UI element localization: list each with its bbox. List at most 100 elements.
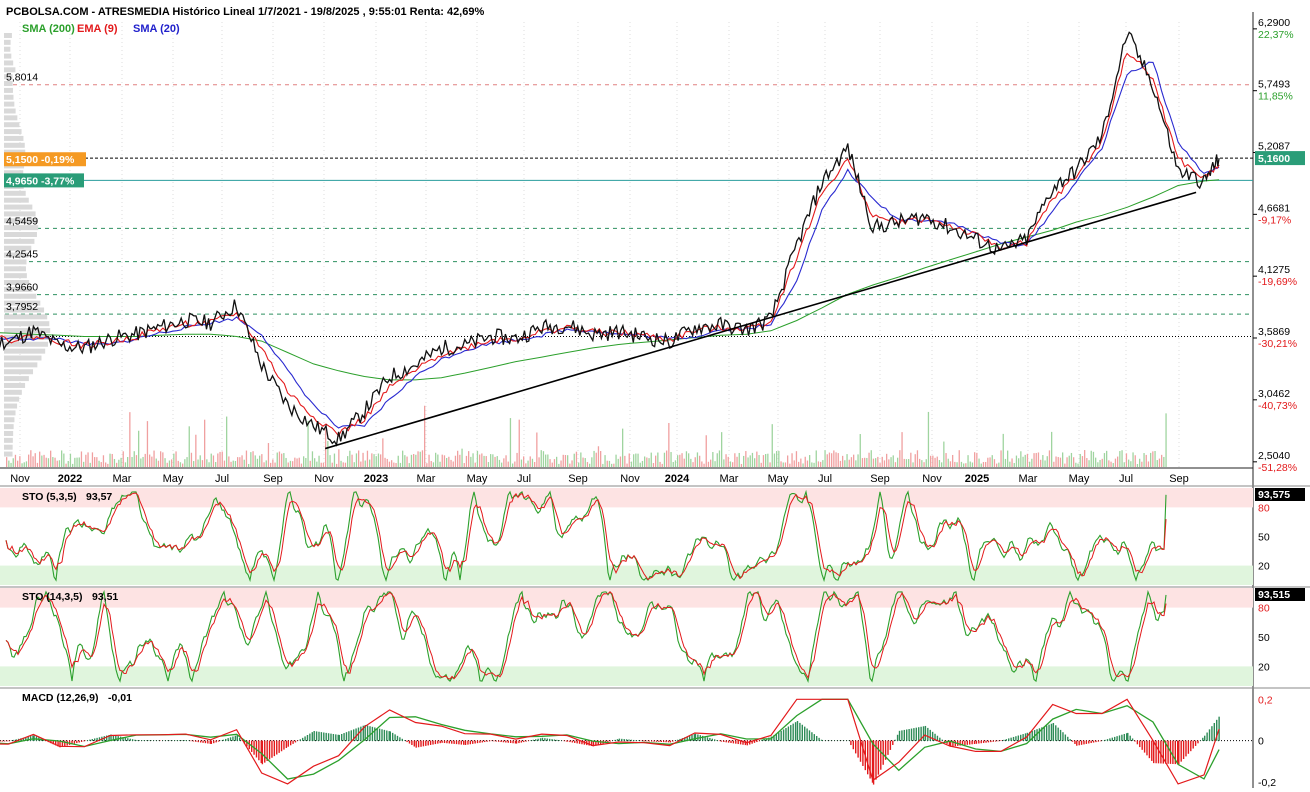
- volume-profile-bar: [4, 362, 38, 368]
- volume-bar: [12, 458, 14, 467]
- macd-histogram-bar: [495, 740, 497, 742]
- macd-histogram-bar: [669, 740, 672, 743]
- volume-bar: [894, 462, 897, 467]
- macd-histogram-bar: [778, 732, 780, 741]
- macd-label: MACD (12,26,9): [22, 692, 98, 704]
- volume-bar: [1046, 456, 1048, 467]
- volume-bar: [527, 460, 529, 467]
- volume-bar: [1128, 459, 1130, 467]
- volume-bar: [355, 453, 358, 467]
- volume-bar: [505, 455, 507, 467]
- volume-bar: [622, 428, 624, 467]
- volume-bar: [164, 458, 166, 467]
- macd-histogram-bar: [735, 740, 737, 744]
- macd-histogram-bar: [3, 740, 6, 742]
- macd-histogram-bar: [787, 726, 790, 741]
- volume-bar: [1154, 451, 1156, 467]
- macd-histogram-bar: [867, 740, 869, 775]
- volume-bar: [723, 459, 725, 467]
- macd-histogram-bar: [474, 740, 476, 744]
- volume-bar: [1031, 458, 1033, 467]
- volume-bar: [162, 452, 164, 467]
- macd-histogram-bar: [1197, 740, 1199, 744]
- volume-bar: [540, 450, 542, 467]
- macd-histogram-bar: [238, 737, 241, 741]
- macd-histogram-bar: [299, 739, 301, 741]
- macd-histogram-bar: [1213, 723, 1216, 741]
- macd-histogram-bar: [134, 739, 136, 741]
- macd-histogram-bar: [497, 740, 500, 742]
- y-tick-pct: 22,37%: [1258, 29, 1294, 41]
- volume-bar: [771, 424, 773, 467]
- volume-profile-bar: [4, 129, 22, 135]
- sto-tick-label: 50: [1258, 532, 1270, 544]
- volume-bar: [153, 450, 155, 467]
- volume-bar: [490, 454, 492, 467]
- volume-bar: [457, 450, 459, 467]
- volume-bar: [470, 456, 472, 467]
- macd-histogram-bar: [343, 733, 345, 741]
- volume-profile-bar: [4, 403, 18, 409]
- macd-histogram-bar: [292, 740, 294, 744]
- x-tick-label: May: [768, 473, 789, 485]
- macd-histogram-bar: [1160, 740, 1162, 764]
- volume-bar: [226, 416, 228, 467]
- volume-bar: [547, 454, 549, 467]
- volume-bar: [373, 454, 375, 467]
- volume-bar: [85, 454, 87, 467]
- macd-histogram-bar: [143, 740, 145, 741]
- volume-bar: [553, 459, 556, 467]
- level-label: 5,8014: [6, 72, 38, 84]
- volume-bar: [982, 461, 985, 467]
- macd-histogram-bar: [93, 738, 96, 741]
- volume-bar: [50, 450, 52, 467]
- volume-bar: [417, 451, 419, 467]
- volume-bar: [712, 452, 714, 467]
- volume-bar: [138, 430, 140, 467]
- volume-profile-bar: [4, 197, 29, 203]
- volume-bar: [1051, 431, 1053, 467]
- macd-line: [0, 698, 1220, 785]
- volume-bar: [252, 451, 254, 467]
- macd-histogram-bar: [646, 740, 648, 742]
- orange-marker-label: 5,1500 -0,19%: [6, 154, 75, 166]
- volume-bar: [919, 458, 921, 467]
- volume-bar: [256, 458, 259, 467]
- macd-histogram-bar: [887, 740, 889, 755]
- volume-bar: [193, 461, 195, 467]
- volume-bar: [831, 453, 833, 467]
- volume-bar: [899, 450, 901, 467]
- volume-bar: [391, 460, 393, 467]
- volume-bar: [773, 453, 776, 467]
- macd-histogram-bar: [80, 740, 83, 742]
- macd-histogram-bar: [1104, 739, 1106, 741]
- volume-bar: [520, 459, 523, 467]
- macd-histogram-bar: [232, 736, 234, 741]
- volume-bar: [690, 458, 692, 467]
- volume-bar: [738, 452, 740, 467]
- macd-histogram-bar: [929, 729, 931, 741]
- volume-bar: [736, 456, 738, 467]
- macd-histogram-bar: [939, 737, 941, 741]
- macd-histogram-bar: [294, 740, 297, 743]
- volume-bar: [371, 453, 373, 467]
- volume-bar: [140, 458, 142, 467]
- macd-histogram-bar: [1208, 729, 1211, 741]
- macd-histogram-bar: [1045, 725, 1048, 741]
- macd-histogram-bar: [446, 740, 448, 744]
- macd-histogram-bar: [1067, 736, 1069, 741]
- volume-bar: [272, 459, 274, 467]
- volume-bar: [498, 459, 501, 467]
- macd-histogram-bar: [1085, 740, 1088, 744]
- volume-profile-bar: [4, 389, 22, 395]
- macd-histogram-bar: [658, 740, 660, 742]
- macd-histogram-bar: [394, 734, 396, 741]
- macd-histogram-bar: [539, 738, 542, 741]
- volume-bar: [448, 456, 450, 467]
- volume-bar: [1053, 461, 1055, 467]
- volume-profile-bar: [4, 355, 42, 361]
- ema9-line: [0, 52, 1220, 437]
- volume-bar: [562, 454, 564, 467]
- macd-histogram-bar: [1136, 740, 1139, 745]
- macd-histogram-bar: [493, 740, 495, 742]
